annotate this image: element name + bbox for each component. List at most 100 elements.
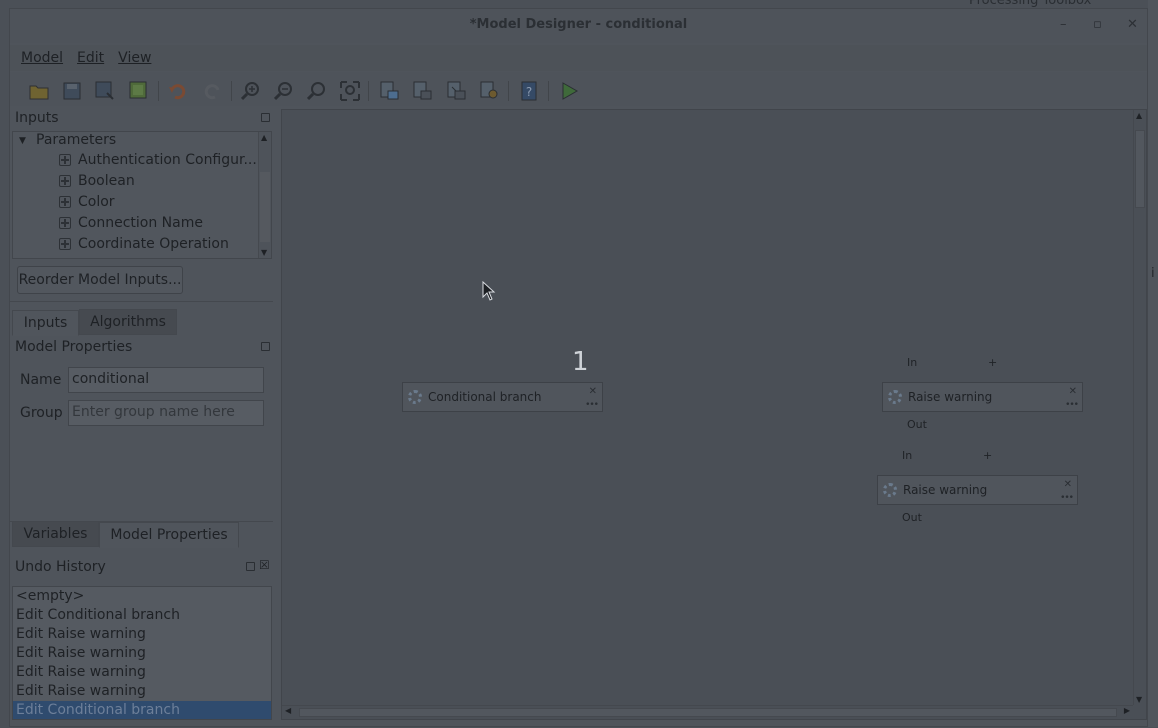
run-model-icon[interactable]	[558, 80, 580, 102]
group-label: Group	[20, 405, 63, 421]
add-input-icon[interactable]: +	[983, 449, 992, 462]
toolbar-separator	[158, 81, 159, 101]
toolbar-separator	[231, 81, 232, 101]
edit-help-icon[interactable]: ?	[518, 80, 540, 102]
scroll-down-icon[interactable]: ▼	[261, 248, 267, 257]
menu-view[interactable]: View	[118, 50, 151, 66]
scroll-thumb[interactable]	[260, 172, 270, 242]
window-title: *Model Designer - conditional	[469, 17, 688, 32]
float-panel-icon[interactable]	[261, 342, 270, 351]
node-raise-warning[interactable]: Raise warning ✕ •••	[877, 475, 1078, 505]
scroll-thumb[interactable]	[1135, 130, 1145, 208]
maximize-button[interactable]: ▫	[1093, 17, 1102, 32]
more-icon[interactable]: •••	[1065, 400, 1079, 410]
tree-item-color[interactable]: Color	[78, 194, 115, 210]
menu-model[interactable]: Model	[21, 50, 63, 66]
remove-node-icon[interactable]: ✕	[589, 386, 597, 397]
processing-toolbox-title: Processing Toolbox	[969, 0, 1092, 8]
tab-inputs[interactable]: Inputs	[12, 310, 79, 336]
port-in: In	[902, 449, 913, 462]
scroll-thumb[interactable]	[299, 708, 1117, 717]
scroll-down-icon[interactable]: ▼	[1136, 695, 1142, 704]
canvas-horizontal-scrollbar[interactable]: ◀ ▶	[282, 705, 1133, 719]
node-conditional-branch[interactable]: Conditional branch ✕ •••	[402, 382, 603, 412]
menu-bar: Model Edit View	[10, 45, 1147, 71]
scroll-right-icon[interactable]: ▶	[1124, 706, 1130, 715]
menu-edit[interactable]: Edit	[77, 50, 104, 66]
model-designer-window: *Model Designer - conditional – ▫ ✕ Mode…	[9, 8, 1148, 727]
zoom-actual-icon[interactable]	[306, 80, 328, 102]
canvas-vertical-scrollbar[interactable]: ▲ ▼	[1133, 110, 1146, 705]
gear-icon	[883, 483, 897, 497]
save-to-project-icon[interactable]	[128, 80, 150, 102]
toolbar-separator	[548, 81, 549, 101]
scroll-up-icon[interactable]: ▲	[261, 133, 267, 142]
more-icon[interactable]: •••	[585, 400, 599, 410]
reorder-inputs-button[interactable]: Reorder Model Inputs...	[17, 266, 183, 294]
undo-history-list: <empty> Edit Conditional branch Edit Rai…	[12, 586, 272, 720]
open-model-icon[interactable]	[28, 80, 50, 102]
title-bar: *Model Designer - conditional – ▫ ✕	[10, 9, 1147, 43]
undo-icon[interactable]	[167, 80, 189, 102]
undo-item[interactable]: Edit Raise warning	[16, 663, 146, 682]
undo-item[interactable]: <empty>	[16, 587, 84, 606]
scroll-left-icon[interactable]: ◀	[285, 706, 291, 715]
tree-group-parameters[interactable]: Parameters	[36, 132, 116, 148]
tree-item-boolean[interactable]: Boolean	[78, 173, 135, 189]
remove-node-icon[interactable]: ✕	[1064, 479, 1072, 490]
background-edge-char: i	[1151, 266, 1155, 281]
remove-node-icon[interactable]: ✕	[1069, 386, 1077, 397]
inputs-panel-title: Inputs	[15, 110, 59, 126]
float-panel-icon[interactable]	[261, 113, 270, 122]
tab-variables[interactable]: Variables	[12, 521, 99, 547]
gear-icon	[888, 390, 902, 404]
node-label: Raise warning	[903, 483, 988, 497]
more-icon[interactable]: •••	[1060, 493, 1074, 503]
gear-icon	[408, 390, 422, 404]
model-group-field[interactable]: Enter group name here	[68, 400, 264, 426]
undo-item[interactable]: Edit Conditional branch	[16, 606, 180, 625]
node-label: Conditional branch	[428, 390, 542, 404]
undo-item-selected[interactable]: Edit Conditional branch	[13, 701, 271, 719]
export-svg-icon[interactable]	[445, 80, 467, 102]
add-parameter-icon	[59, 217, 71, 229]
node-raise-warning[interactable]: Raise warning ✕ •••	[882, 382, 1083, 412]
model-name-field[interactable]: conditional	[68, 367, 264, 393]
zoom-in-icon[interactable]	[240, 80, 262, 102]
export-image-icon[interactable]	[378, 80, 400, 102]
zoom-full-icon[interactable]	[339, 80, 361, 102]
tree-item-authentication[interactable]: Authentication Configur...	[78, 152, 257, 168]
step-badge: 1	[572, 347, 589, 377]
toolbar-separator	[508, 81, 509, 101]
redo-icon[interactable]	[201, 80, 223, 102]
export-python-icon[interactable]	[478, 80, 500, 102]
minimize-button[interactable]: –	[1060, 17, 1067, 32]
inputs-tree: ▼ Parameters Authentication Configur... …	[12, 131, 272, 259]
close-panel-icon[interactable]: ☒	[259, 558, 270, 572]
save-model-icon[interactable]	[61, 80, 83, 102]
port-out: Out	[907, 418, 927, 431]
add-parameter-icon	[59, 175, 71, 187]
save-as-icon[interactable]	[94, 80, 116, 102]
inputs-scrollbar[interactable]: ▲ ▼	[258, 132, 271, 258]
scroll-up-icon[interactable]: ▲	[1136, 111, 1142, 120]
undo-item[interactable]: Edit Raise warning	[16, 644, 146, 663]
tree-item-coordinate-operation[interactable]: Coordinate Operation	[78, 236, 229, 252]
tab-algorithms[interactable]: Algorithms	[79, 309, 177, 335]
add-input-icon[interactable]: +	[988, 356, 997, 369]
float-panel-icon[interactable]	[246, 562, 255, 571]
model-canvas[interactable]: 1 Conditional branch ✕ ••• In + Raise wa…	[281, 109, 1147, 720]
collapse-arrow-icon[interactable]: ▼	[19, 136, 26, 146]
model-properties-title: Model Properties	[15, 339, 133, 355]
mouse-cursor-icon	[482, 281, 496, 301]
close-button[interactable]: ✕	[1127, 17, 1138, 32]
zoom-out-icon[interactable]	[273, 80, 295, 102]
tab-model-properties[interactable]: Model Properties	[99, 522, 239, 548]
undo-item[interactable]: Edit Raise warning	[16, 625, 146, 644]
add-parameter-icon	[59, 154, 71, 166]
tree-item-connection-name[interactable]: Connection Name	[78, 215, 203, 231]
svg-text:?: ?	[526, 85, 532, 99]
divider	[10, 301, 273, 302]
undo-item[interactable]: Edit Raise warning	[16, 682, 146, 701]
export-pdf-icon[interactable]	[411, 80, 433, 102]
